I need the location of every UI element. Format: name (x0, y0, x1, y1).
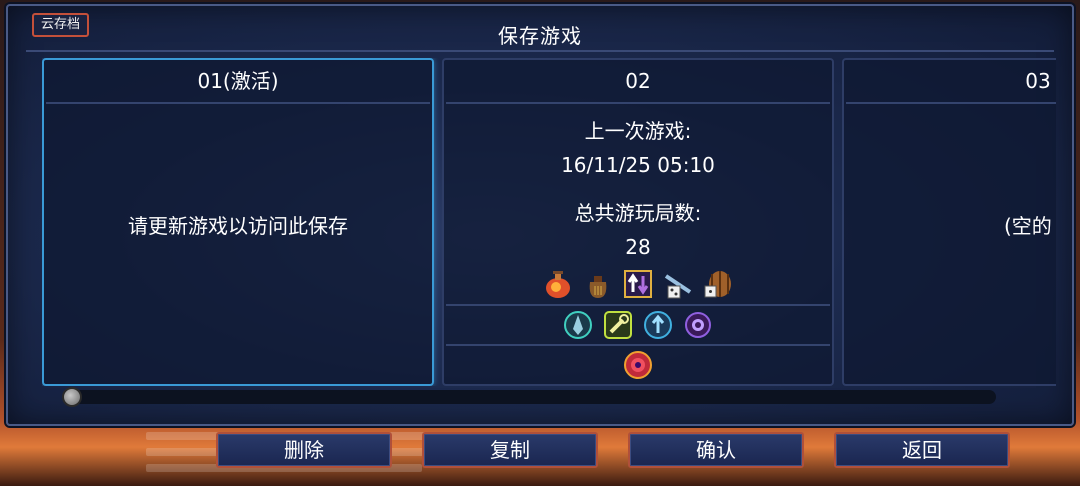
slot-message: (空的 (1004, 214, 1052, 238)
rune-crystal-icon (561, 308, 595, 342)
swap-arrows-icon (621, 267, 655, 301)
arrow-up-icon (641, 308, 675, 342)
target-eye-icon (621, 348, 655, 382)
slot-info: 上一次游戏: 16/11/25 05:10 总共游玩局数: 28 (444, 114, 832, 264)
icon-row-special (446, 344, 830, 384)
slot-number: 02 (446, 60, 830, 104)
page-title: 保存游戏 (498, 24, 582, 48)
eye-portal-icon (681, 308, 715, 342)
barrel-dice-icon (701, 267, 735, 301)
delete-button[interactable]: 删除 (216, 432, 392, 468)
slot-message: 请更新游戏以访问此保存 (128, 214, 348, 238)
save-slot-list: 01(激活) 请更新游戏以访问此保存 02 上一次游戏: 16/11/25 05… (42, 58, 1056, 386)
save-menu-panel: 云存档 保存游戏 01(激活) 请更新游戏以访问此保存 02 上一次游戏: 16… (6, 4, 1074, 426)
icon-row-items: ||| (444, 264, 832, 304)
slot-number: 03 (846, 60, 1056, 104)
save-slot-01[interactable]: 01(激活) 请更新游戏以访问此保存 (42, 58, 434, 386)
money-bag-icon: ||| (581, 267, 615, 301)
title-divider (26, 50, 1054, 52)
dice-scroll-icon (661, 267, 695, 301)
slot-scrollbar-track[interactable] (66, 390, 996, 404)
slot-number: 01(激活) (46, 60, 430, 104)
confirm-button[interactable]: 确认 (628, 432, 804, 468)
total-runs-label: 总共游玩局数: (574, 201, 702, 225)
wrench-icon (601, 308, 635, 342)
copy-button[interactable]: 复制 (422, 432, 598, 468)
total-runs-value: 28 (625, 235, 651, 259)
svg-text:|||: ||| (593, 286, 602, 296)
last-played-label: 上一次游戏: (584, 119, 692, 143)
save-slot-03[interactable]: 03 (空的 (842, 58, 1056, 386)
back-button[interactable]: 返回 (834, 432, 1010, 468)
save-slot-02[interactable]: 02 上一次游戏: 16/11/25 05:10 总共游玩局数: 28 ||| (442, 58, 834, 386)
slot-scrollbar-handle[interactable] (62, 387, 82, 407)
potion-icon (541, 267, 575, 301)
last-played-value: 16/11/25 05:10 (561, 153, 715, 177)
icon-row-mutations (446, 304, 830, 344)
